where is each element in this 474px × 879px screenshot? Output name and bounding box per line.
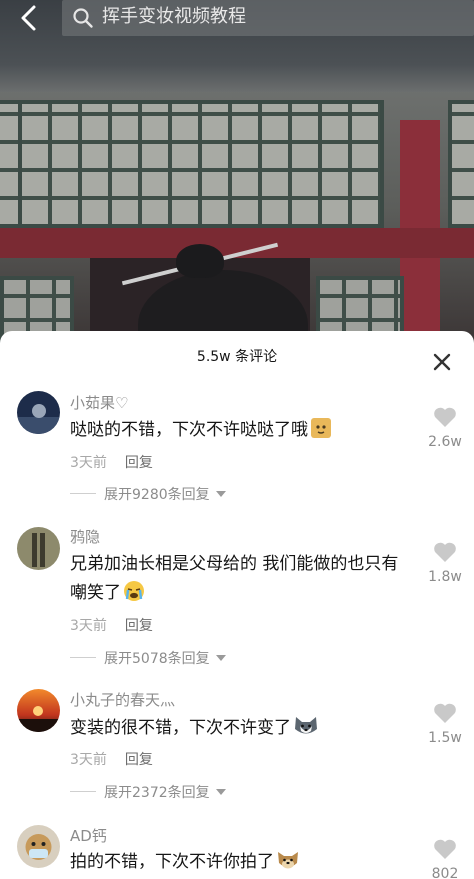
like-button[interactable]: 1.5w xyxy=(418,701,472,748)
divider-dash xyxy=(70,493,96,494)
expand-replies-button[interactable]: 展开2372条回复 xyxy=(70,783,226,803)
like-button[interactable]: 2.6w xyxy=(418,405,472,452)
top-bar: 挥手变妆视频教程 xyxy=(0,0,474,40)
avatar-image xyxy=(17,391,60,434)
chevron-left-icon xyxy=(21,5,36,31)
heart-icon xyxy=(434,407,456,427)
like-button[interactable]: 802 xyxy=(418,837,472,879)
comment-time: 3天前 xyxy=(70,752,107,768)
heart-icon xyxy=(434,839,456,859)
comments-count-title: 5.5w 条评论 xyxy=(196,349,278,365)
reply-button[interactable]: 回复 xyxy=(125,752,153,768)
avatar[interactable] xyxy=(17,527,60,570)
comment-meta: 3天前 回复 xyxy=(70,453,153,473)
husky-face-icon xyxy=(295,717,317,734)
expand-replies-button[interactable]: 展开9280条回复 xyxy=(70,485,226,505)
username[interactable]: 鸦隐 xyxy=(70,527,100,547)
comments-sheet: 5.5w 条评论 小茹果♡ 哒哒的不错，下次不许哒哒了哦 3天前 回复 展开928… xyxy=(0,331,474,879)
expand-replies-button[interactable]: 展开5078条回复 xyxy=(70,649,226,669)
comment-time: 3天前 xyxy=(70,455,107,471)
avatar[interactable] xyxy=(17,825,60,868)
search-icon xyxy=(73,8,93,28)
chevron-down-icon xyxy=(215,789,226,795)
window-lattice-right xyxy=(448,100,474,228)
like-count: 2.6w xyxy=(428,434,462,450)
comment-meta: 3天前 回复 xyxy=(70,750,153,770)
chevron-down-icon xyxy=(215,491,226,497)
username[interactable]: 小丸子的春天灬 xyxy=(70,690,175,710)
avatar[interactable] xyxy=(17,689,60,732)
avatar[interactable] xyxy=(17,391,60,434)
cat-face-icon xyxy=(311,418,331,438)
window-lattice-main xyxy=(18,100,384,228)
like-button[interactable]: 1.8w xyxy=(418,540,472,587)
like-count: 1.8w xyxy=(428,569,462,585)
search-bar[interactable]: 挥手变妆视频教程 xyxy=(62,0,474,36)
like-count: 1.5w xyxy=(428,730,462,746)
search-text: 挥手变妆视频教程 xyxy=(102,6,246,27)
divider-dash xyxy=(70,657,96,658)
avatar-image xyxy=(17,527,60,570)
comment-time: 3天前 xyxy=(70,618,107,634)
reply-button[interactable]: 回复 xyxy=(125,455,153,471)
like-count: 802 xyxy=(431,866,459,879)
heart-icon xyxy=(434,703,456,723)
chevron-down-icon xyxy=(215,655,226,661)
comment-meta: 3天前 回复 xyxy=(70,616,153,636)
avatar-image xyxy=(17,689,60,732)
reply-button[interactable]: 回复 xyxy=(125,618,153,634)
username[interactable]: 小茹果♡ xyxy=(70,393,128,413)
back-button[interactable] xyxy=(12,2,48,34)
hair-bun xyxy=(176,244,224,278)
close-icon[interactable] xyxy=(430,350,454,374)
avatar-image xyxy=(17,825,60,868)
heart-icon xyxy=(434,542,456,562)
divider-dash xyxy=(70,791,96,792)
dog-face-icon xyxy=(278,852,298,869)
crying-face-icon xyxy=(124,581,144,601)
username[interactable]: AD钙 xyxy=(70,826,107,846)
comment-text: 变装的很不错，下次不许变了 xyxy=(70,714,410,743)
comment-text: 哒哒的不错，下次不许哒哒了哦 xyxy=(70,416,410,445)
comment-text: 拍的不错，下次不许你拍了 xyxy=(70,848,410,877)
comment-text: 兄弟加油长相是父母给的 我们能做的也只有嘲笑了 xyxy=(70,554,399,603)
video-player[interactable] xyxy=(0,0,474,345)
